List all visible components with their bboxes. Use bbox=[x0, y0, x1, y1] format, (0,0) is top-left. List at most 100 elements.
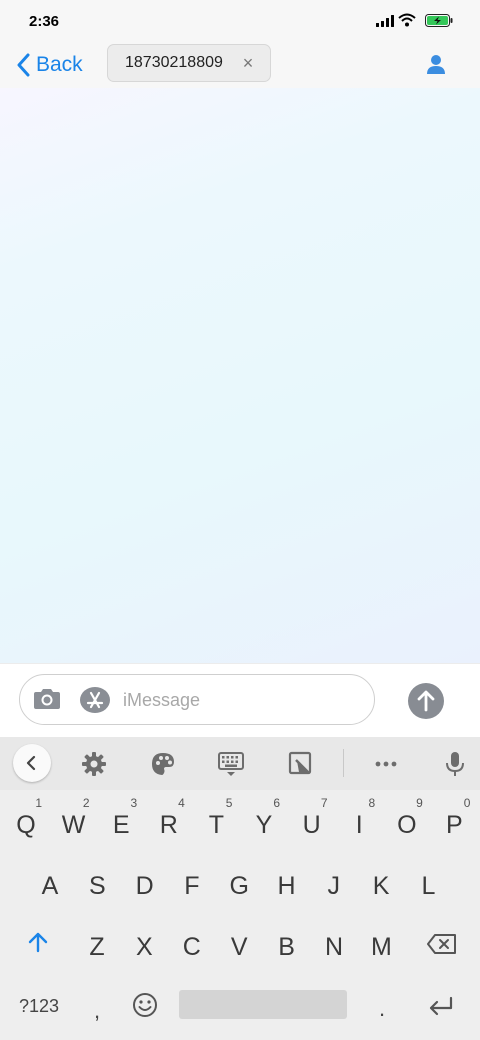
send-arrow-icon bbox=[417, 690, 435, 712]
keyboard-icon[interactable] bbox=[218, 751, 244, 777]
key-number-hint: 8 bbox=[368, 796, 376, 810]
symbols-key[interactable]: ?123 bbox=[19, 996, 59, 1017]
key-letter: K bbox=[372, 872, 390, 900]
period-key[interactable]: . bbox=[379, 996, 385, 1022]
key[interactable]: L bbox=[406, 860, 450, 910]
key-letter: A bbox=[41, 872, 59, 900]
key[interactable]: Y6 bbox=[242, 796, 286, 849]
key[interactable]: T5 bbox=[194, 796, 238, 849]
key[interactable]: X bbox=[122, 921, 166, 971]
key-number-hint: 7 bbox=[320, 796, 328, 810]
key-letter: P bbox=[446, 811, 463, 839]
chevron-left-icon bbox=[26, 755, 36, 771]
key-number-hint: 3 bbox=[130, 796, 138, 810]
key[interactable]: U7 bbox=[290, 796, 334, 849]
nav-bar: Back 18730218809 × bbox=[0, 42, 480, 88]
keyboard: ?123 , . Q1W2E3R4T5Y6U7I8O9P0ASDFGHJKLZX… bbox=[0, 737, 480, 1040]
backspace-icon[interactable] bbox=[427, 934, 457, 954]
key[interactable]: F bbox=[170, 860, 214, 910]
key[interactable]: E3 bbox=[99, 796, 143, 849]
recipient-number: 18730218809 bbox=[125, 54, 223, 71]
key-letter: L bbox=[421, 872, 436, 900]
key-number-hint: 5 bbox=[225, 796, 233, 810]
battery-icon bbox=[425, 14, 453, 27]
key-number-hint: 4 bbox=[178, 796, 185, 810]
enter-icon[interactable] bbox=[428, 996, 454, 1016]
more-icon[interactable] bbox=[373, 751, 399, 777]
key[interactable]: V bbox=[217, 921, 261, 971]
toolbar-collapse-button[interactable] bbox=[13, 744, 51, 782]
back-label: Back bbox=[36, 53, 83, 76]
message-placeholder: iMessage bbox=[123, 690, 201, 710]
key[interactable]: J bbox=[312, 860, 356, 910]
conversation-area bbox=[0, 88, 480, 663]
key[interactable]: S bbox=[75, 860, 119, 910]
message-input[interactable]: iMessage bbox=[19, 674, 375, 725]
send-button[interactable] bbox=[408, 683, 444, 719]
key-letter: V bbox=[230, 933, 248, 961]
key-number-hint: 9 bbox=[416, 796, 423, 810]
key[interactable]: C bbox=[170, 921, 214, 971]
key-letter: W bbox=[61, 811, 86, 839]
remove-recipient-icon[interactable]: × bbox=[239, 54, 257, 72]
key-letter: Z bbox=[89, 933, 105, 961]
composer-bar: iMessage bbox=[0, 663, 480, 738]
status-bar: 2:36 bbox=[0, 0, 480, 42]
wifi-icon bbox=[398, 13, 416, 27]
recipient-chip[interactable]: 18730218809 × bbox=[107, 44, 271, 82]
key[interactable]: B bbox=[265, 921, 309, 971]
key-letter: U bbox=[302, 811, 321, 839]
palette-icon[interactable] bbox=[150, 751, 176, 777]
key-number-hint: 2 bbox=[82, 796, 90, 810]
key-letter: J bbox=[327, 872, 341, 900]
comma-key[interactable]: , bbox=[94, 998, 100, 1024]
shift-icon[interactable] bbox=[27, 931, 49, 953]
key-number-hint: 1 bbox=[35, 796, 42, 810]
clipboard-icon[interactable] bbox=[288, 751, 314, 777]
key[interactable]: I8 bbox=[337, 796, 381, 849]
chevron-left-icon bbox=[17, 53, 30, 77]
key-number-hint: 6 bbox=[273, 796, 280, 810]
key[interactable]: K bbox=[359, 860, 403, 910]
key[interactable]: D bbox=[123, 860, 167, 910]
key-letter: D bbox=[135, 872, 154, 900]
back-button[interactable]: Back bbox=[16, 50, 83, 80]
key[interactable]: Q1 bbox=[4, 796, 48, 849]
key-letter: T bbox=[208, 811, 225, 839]
toolbar-divider bbox=[343, 749, 344, 777]
key-letter: N bbox=[324, 933, 344, 961]
status-time: 2:36 bbox=[29, 13, 60, 30]
key-letter: F bbox=[184, 872, 200, 900]
key[interactable]: M bbox=[359, 921, 403, 971]
key[interactable]: G bbox=[217, 860, 261, 910]
keyboard-toolbar bbox=[0, 737, 480, 790]
key-number-hint: 0 bbox=[463, 796, 471, 810]
emoji-icon[interactable] bbox=[132, 992, 158, 1018]
key[interactable]: W2 bbox=[52, 796, 96, 849]
key-letter: R bbox=[159, 811, 178, 839]
key-letter: B bbox=[278, 933, 295, 961]
key-letter: C bbox=[182, 933, 201, 961]
key-letter: G bbox=[229, 872, 249, 900]
key-letter: S bbox=[88, 872, 106, 900]
mic-icon[interactable] bbox=[442, 751, 468, 777]
key-letter: M bbox=[370, 933, 392, 961]
key-letter: I bbox=[355, 811, 363, 839]
space-bar[interactable] bbox=[179, 990, 347, 1019]
key-letter: O bbox=[397, 811, 417, 839]
key[interactable]: H bbox=[265, 860, 309, 910]
settings-icon[interactable] bbox=[81, 751, 107, 777]
key[interactable]: O9 bbox=[385, 796, 429, 849]
key-letter: X bbox=[136, 933, 153, 961]
key[interactable]: P0 bbox=[432, 796, 476, 849]
app-store-icon[interactable] bbox=[79, 685, 111, 715]
key[interactable]: R4 bbox=[147, 796, 191, 849]
contact-icon[interactable] bbox=[424, 52, 448, 76]
signal-icon bbox=[376, 15, 394, 27]
key[interactable]: Z bbox=[75, 921, 119, 971]
key[interactable]: N bbox=[312, 921, 356, 971]
key[interactable]: A bbox=[28, 860, 72, 910]
key-letter: Q bbox=[16, 811, 36, 839]
key-letter: Y bbox=[255, 811, 273, 839]
camera-icon[interactable] bbox=[32, 687, 62, 711]
